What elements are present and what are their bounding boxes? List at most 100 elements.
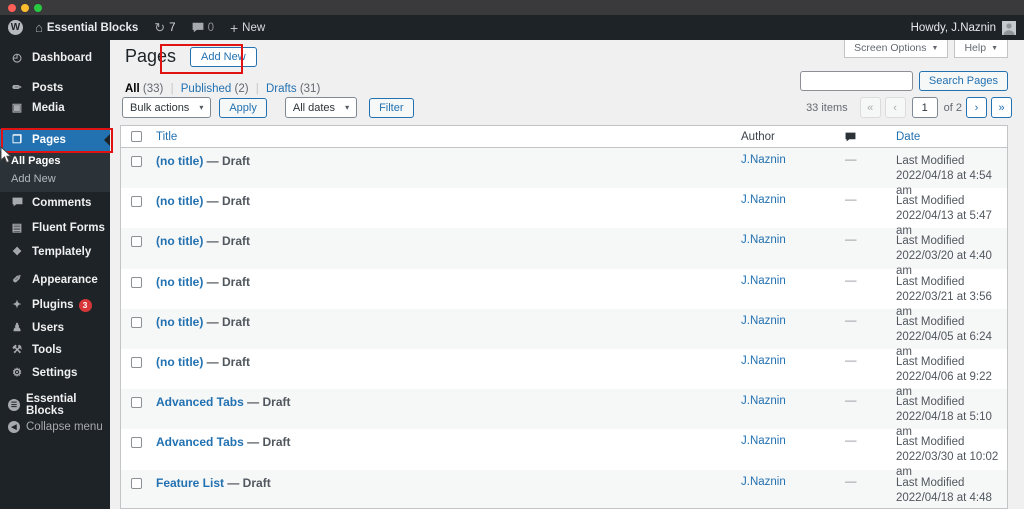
site-name-link[interactable]: ⌂ Essential Blocks (35, 21, 138, 34)
page-title-link[interactable]: (no title) (156, 154, 203, 168)
column-header-title[interactable]: Title (148, 131, 736, 143)
author-link[interactable]: J.Naznin (741, 315, 786, 327)
page-title-link[interactable]: (no title) (156, 194, 203, 208)
bulk-actions-select[interactable]: Bulk actions ▾ (122, 97, 212, 118)
new-content-link[interactable]: + New (230, 21, 265, 35)
updates-link[interactable]: ↻ 7 (154, 21, 175, 34)
row-checkbox[interactable] (131, 196, 142, 208)
sidebar-item-posts[interactable]: ✏ Posts (0, 77, 110, 99)
total-pages-label: of 2 (943, 101, 962, 114)
sidebar-item-media[interactable]: ▣ Media (0, 97, 110, 119)
prev-page-button[interactable]: ‹ (884, 97, 906, 118)
avatar[interactable] (1002, 20, 1016, 35)
submenu-item-add-new[interactable]: Add New (0, 170, 110, 188)
comment-bubble-icon (845, 132, 856, 141)
submenu-item-label: All Pages (11, 155, 61, 167)
view-drafts-link[interactable]: Drafts (266, 83, 297, 95)
submenu-item-all-pages[interactable]: All Pages (0, 152, 110, 170)
sidebar-item-settings[interactable]: ⚙ Settings (0, 362, 110, 384)
row-checkbox[interactable] (131, 236, 142, 248)
page-title-link[interactable]: (no title) (156, 234, 203, 248)
sidebar-item-plugins[interactable]: ✦ Plugins 3 (0, 294, 110, 316)
author-link[interactable]: J.Naznin (741, 194, 786, 206)
page-title-link[interactable]: (no title) (156, 355, 203, 369)
row-checkbox[interactable] (131, 437, 142, 449)
comments-cell: — (845, 395, 857, 408)
column-header-comments[interactable] (841, 132, 881, 142)
sidebar-item-label: Appearance (32, 274, 98, 286)
dashboard-icon: ◴ (12, 51, 22, 64)
author-link[interactable]: J.Naznin (741, 275, 786, 287)
table-row: (no title) — Draft J.Naznin — Last Modif… (121, 148, 1007, 197)
dates-filter-select[interactable]: All dates ▾ (284, 97, 358, 118)
sidebar-item-comments[interactable]: Comments (0, 192, 110, 214)
filter-button[interactable]: Filter (369, 97, 414, 118)
select-all-checkbox[interactable] (131, 131, 142, 142)
all-dates-label: All dates (292, 101, 336, 114)
author-link[interactable]: J.Naznin (741, 355, 786, 367)
author-link[interactable]: J.Naznin (741, 476, 786, 488)
sidebar-item-appearance[interactable]: ✐ Appearance (0, 269, 110, 291)
first-page-button[interactable]: « (859, 97, 881, 118)
comments-cell: — (845, 234, 857, 247)
view-all-link[interactable]: All (125, 83, 140, 95)
sidebar-item-tools[interactable]: ⚒ Tools (0, 339, 110, 361)
row-checkbox[interactable] (131, 397, 142, 409)
current-page-input[interactable]: 1 (911, 97, 938, 118)
comments-link[interactable]: 0 (192, 22, 214, 34)
tools-icon: ⚒ (12, 343, 22, 356)
page-title-link[interactable]: (no title) (156, 275, 203, 289)
sidebar-item-users[interactable]: ♟ Users (0, 317, 110, 339)
page-title-link[interactable]: (no title) (156, 315, 203, 329)
close-window-button[interactable] (8, 4, 16, 12)
sidebar-item-label: Templately (32, 246, 92, 258)
minimize-window-button[interactable] (21, 4, 29, 12)
sidebar-item-dashboard[interactable]: ◴ Dashboard (0, 47, 110, 69)
date-cell: Last Modified 2022/04/05 at 6:24 am (896, 315, 992, 358)
comments-cell: — (845, 194, 857, 207)
author-link[interactable]: J.Naznin (741, 395, 786, 407)
items-count: 33 items (806, 101, 848, 114)
column-header-date[interactable]: Date (881, 131, 1007, 143)
avatar-person-icon (1003, 22, 1015, 35)
date-cell: Last Modified 2022/04/13 at 5:47 am (896, 195, 992, 238)
sidebar-item-fluent-forms[interactable]: ▤ Fluent Forms (0, 217, 110, 239)
howdy-account-link[interactable]: Howdy, J.Naznin (911, 22, 996, 34)
plugin-icon: ✦ (12, 298, 22, 311)
add-new-button[interactable]: Add New (190, 46, 257, 67)
maximize-window-button[interactable] (34, 4, 42, 12)
help-button[interactable]: Help ▼ (954, 40, 1008, 58)
wp-logo-menu[interactable]: W (0, 20, 23, 35)
row-checkbox[interactable] (131, 356, 142, 368)
table-body: (no title) — Draft J.Naznin — Last Modif… (121, 148, 1007, 508)
row-checkbox[interactable] (131, 316, 142, 328)
apply-button[interactable]: Apply (219, 97, 267, 118)
post-status: — Draft (224, 475, 271, 490)
author-link[interactable]: J.Naznin (741, 234, 786, 246)
row-checkbox[interactable] (131, 477, 142, 489)
screen-options-button[interactable]: Screen Options ▼ (844, 40, 949, 58)
sidebar-item-label: Fluent Forms (32, 222, 105, 234)
sidebar-item-label: Comments (32, 197, 92, 209)
bulk-actions-label: Bulk actions (130, 101, 190, 114)
search-pages-button[interactable]: Search Pages (918, 71, 1008, 91)
row-checkbox[interactable] (131, 276, 142, 288)
search-input[interactable] (799, 71, 913, 91)
collapse-menu-button[interactable]: ◀ Collapse menu (0, 416, 110, 438)
comment-bubble-icon (192, 22, 203, 33)
row-checkbox[interactable] (131, 156, 142, 167)
author-link[interactable]: J.Naznin (741, 154, 786, 166)
author-link[interactable]: J.Naznin (741, 435, 786, 447)
table-row: Advanced Tabs — Draft J.Naznin — Last Mo… (121, 389, 1007, 438)
page-title-link[interactable]: Advanced Tabs (156, 435, 244, 449)
post-status: — Draft (203, 354, 250, 369)
sidebar-item-templately[interactable]: ❖ Templately (0, 241, 110, 263)
sidebar-item-essential-blocks[interactable]: ☰ Essential Blocks (0, 393, 110, 417)
page-title-link[interactable]: Advanced Tabs (156, 395, 244, 409)
view-published-link[interactable]: Published (181, 83, 232, 95)
page-title-link[interactable]: Feature List (156, 476, 224, 490)
next-page-button[interactable]: › (966, 97, 987, 118)
last-page-button[interactable]: » (991, 97, 1012, 118)
post-status: — Draft (203, 194, 250, 209)
sidebar-item-pages[interactable]: ❐ Pages (0, 129, 110, 151)
